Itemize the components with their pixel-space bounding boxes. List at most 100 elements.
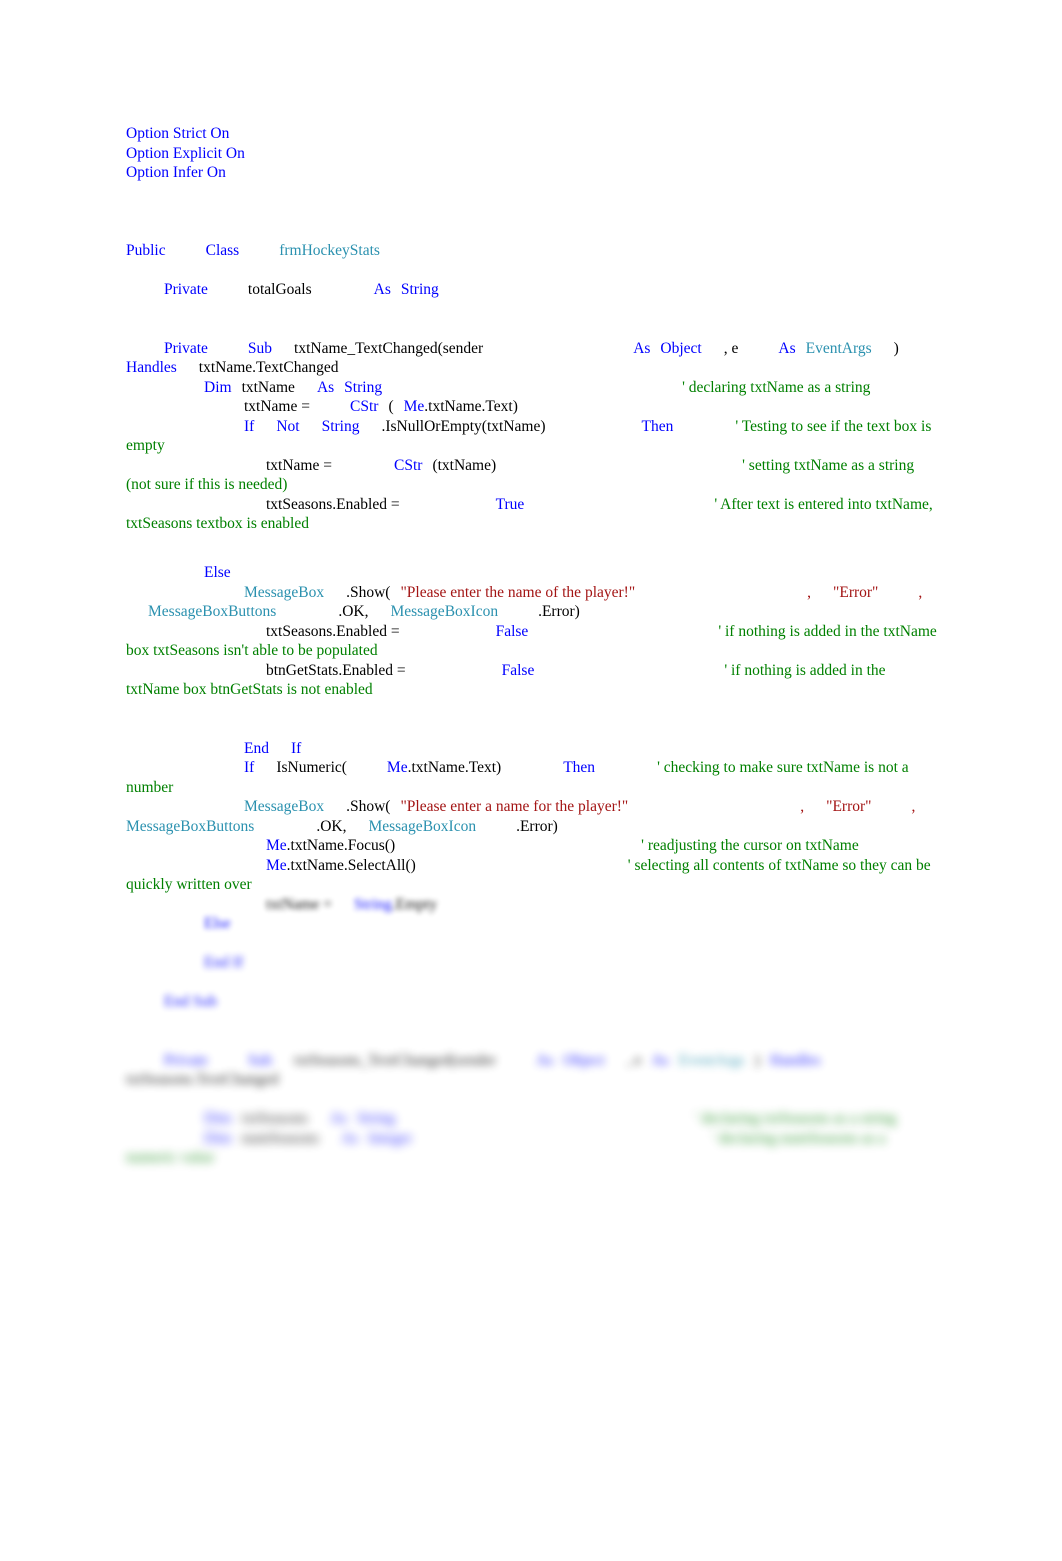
- code-line-field-totalgoals: Private totalGoals As String: [126, 280, 938, 300]
- keyword-if: If: [244, 759, 255, 776]
- keyword-as: As: [778, 339, 796, 357]
- code-line-messagebox-numeric: MessageBox .Show("Please enter a name for…: [126, 797, 938, 836]
- code-line-dim-txtseasons-blurred: Dim txtSeasons As String ' declaring txtSeas…: [126, 1109, 938, 1129]
- variable-txtseasons: txtSeasons: [241, 1110, 308, 1127]
- code-line-selectall: Me.txtName.SelectAll() ' selecting all co…: [126, 856, 938, 895]
- param-type-eventargs: EventArgs: [678, 1051, 745, 1069]
- type-messagebox: MessageBox: [244, 583, 325, 601]
- string-caption: "Error": [826, 798, 872, 815]
- param-type-eventargs: EventArgs: [805, 339, 872, 357]
- keyword-me: Me: [386, 759, 408, 776]
- sub-signature: txtSeasons_TextChanged(sender: [294, 1051, 497, 1069]
- comment-readjusting-cursor: ' readjusting the cursor on txtName: [641, 837, 859, 854]
- code-line-sub-txtname-signature: Private Sub txtName_TextChanged(sender As Ob…: [126, 339, 938, 378]
- handles-target: txtSeasons.TextChanged: [126, 1071, 279, 1088]
- param-e: , e: [723, 339, 739, 357]
- keyword-sub: Sub: [247, 339, 273, 357]
- code-line-dim-numseasons-blurred: Dim numSeasons As Integer ' declaring numSea…: [126, 1129, 938, 1168]
- sub-signature: txtName_TextChanged(sender: [294, 339, 484, 357]
- field-type: String: [400, 281, 439, 298]
- variable-numseasons: numSeasons: [241, 1129, 320, 1147]
- code-line-if-not-isnullorempty: If Not String .IsNullOrEmpty(txtName) Then ' …: [126, 417, 938, 456]
- keyword-end: End: [244, 739, 269, 757]
- code-line-end-if: End If: [126, 739, 938, 759]
- type-integer: Integer: [368, 1129, 413, 1147]
- keyword-handles: Handles: [126, 359, 177, 376]
- code-line-messagebox-name: MessageBox .Show("Please enter the name o…: [126, 583, 938, 622]
- string-message: "Please enter the name of the player!": [400, 583, 636, 601]
- string-message: "Please enter a name for the player!": [400, 798, 629, 815]
- keyword-else: Else: [204, 564, 231, 581]
- string-comma: ,: [911, 798, 916, 815]
- option-strict-text: Option Strict On: [126, 125, 230, 142]
- keyword-if: If: [244, 417, 255, 435]
- open-paren: (: [388, 398, 394, 415]
- keyword-end-if: End If: [204, 954, 244, 971]
- code-line-btngetstats-enabled-false: btnGetStats.Enabled = False ' if nothing i…: [126, 661, 938, 700]
- comment-declaring-txtname: ' declaring txtName as a string: [682, 378, 871, 396]
- type-messageboxbuttons: MessageBoxButtons: [148, 603, 277, 620]
- comment-after-text-entered: ' After text is entered into txtName, tx…: [126, 495, 933, 533]
- keyword-private: Private: [164, 339, 208, 357]
- close-paren: ): [893, 339, 899, 357]
- assign-lhs: txtName =: [266, 456, 332, 474]
- code-line-txtseasons-enabled-true: txtSeasons.Enabled = True ' After text is …: [126, 495, 938, 534]
- cstr-args: (txtName): [432, 456, 497, 474]
- keyword-as: As: [329, 1110, 348, 1127]
- value-false: False: [501, 661, 535, 679]
- function-isnumeric: IsNumeric(: [276, 759, 347, 776]
- keyword-not: Not: [276, 417, 300, 435]
- keyword-dim: Dim: [204, 1129, 232, 1147]
- enum-ok: .OK,: [316, 817, 347, 835]
- keyword-as: As: [651, 1051, 669, 1069]
- variable-txtname: txtName: [241, 378, 295, 396]
- handles-target: txtName.TextChanged: [198, 359, 339, 376]
- keyword-me: Me: [403, 398, 425, 415]
- value-false: False: [495, 622, 529, 640]
- keyword-as: As: [536, 1051, 554, 1069]
- code-line-else: Else: [126, 563, 938, 583]
- member-empty: .Empty: [391, 895, 438, 913]
- string-comma: ,: [807, 583, 812, 601]
- keyword-as: As: [633, 339, 651, 357]
- code-line-dim-txtname: Dim txtName As String ' declaring txtName as…: [126, 378, 938, 398]
- type-string: String: [321, 417, 360, 435]
- type-string: String: [354, 895, 392, 913]
- function-cstr: CStr: [394, 456, 423, 474]
- option-infer-text: Option Infer On: [126, 164, 226, 181]
- code-line-assign-cstr: txtName = CStr (txtName) ' setting txtName …: [126, 456, 938, 495]
- type-string: String: [357, 1110, 396, 1127]
- code-line-clear-txtname-blurred: txtName = String.Empty: [126, 895, 938, 915]
- code-line-if-isnumeric: If IsNumeric(Me.txtName.Text) Then ' checki…: [126, 758, 938, 797]
- enum-ok: .OK,: [338, 603, 369, 620]
- string-caption: "Error": [833, 583, 879, 601]
- code-line-else-blurred: Else: [126, 914, 938, 934]
- code-line-focus: Me.txtName.Focus() ' readjusting the curs…: [126, 836, 938, 856]
- keyword-then: Then: [641, 417, 674, 435]
- class-name: frmHockeyStats: [279, 242, 380, 259]
- member-access: .txtName.Focus(): [286, 837, 396, 854]
- close-paren: ): [754, 1051, 760, 1069]
- keyword-else: Else: [204, 915, 231, 932]
- code-line-sub-txtseasons-blurred: Private Sub txtSeasons_TextChanged(sender A…: [126, 1051, 938, 1090]
- keyword-public: Public: [126, 242, 166, 259]
- comment-setting-string: ' setting txtName as a string (not sure …: [126, 456, 915, 494]
- call-isnullorempty: .IsNullOrEmpty(txtName): [381, 417, 546, 435]
- member-access: .txtName.SelectAll(): [286, 856, 416, 874]
- code-line-end-if-blurred: End If: [126, 953, 938, 973]
- assign-lhs: txtName =: [244, 398, 310, 415]
- keyword-as: As: [373, 281, 391, 298]
- enum-error: .Error): [538, 603, 580, 620]
